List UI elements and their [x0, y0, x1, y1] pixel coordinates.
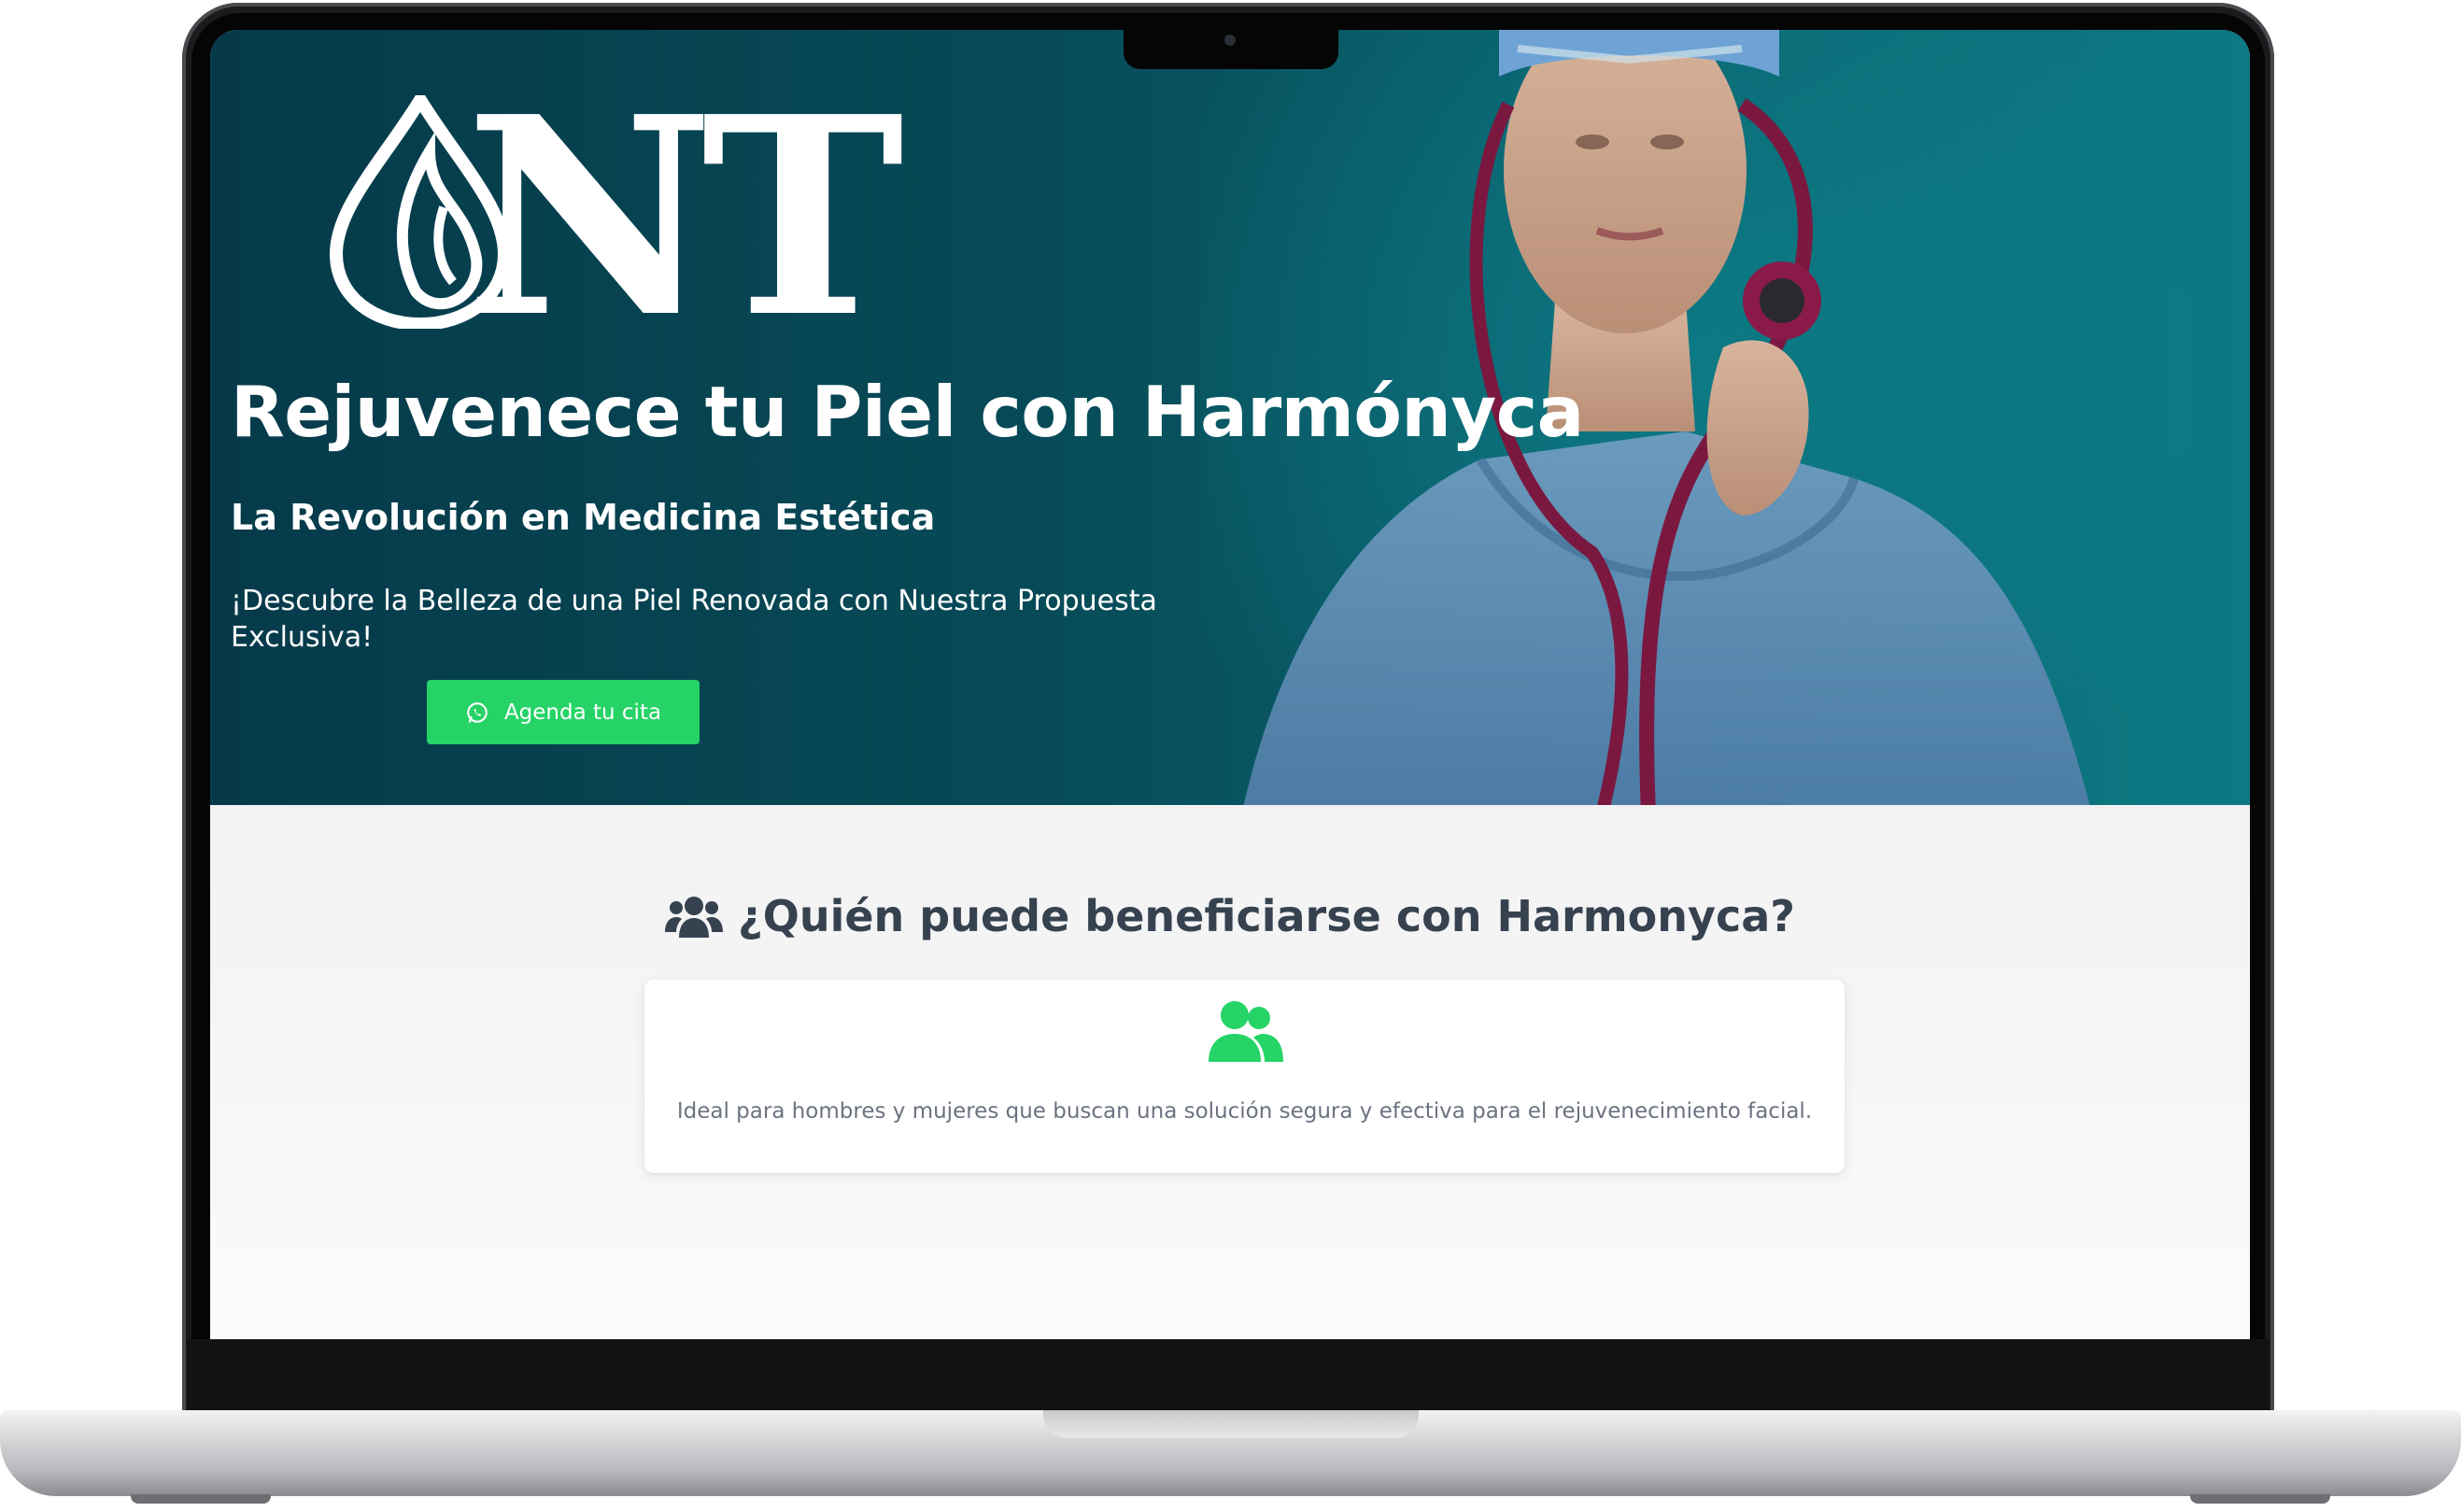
laptop-foot-right: [2190, 1494, 2330, 1504]
laptop-bottom-bezel: [187, 1339, 2270, 1414]
brand-logo: NT: [327, 81, 981, 354]
benefits-heading: ¿Quién puede beneficiarse con Harmonyca?: [210, 891, 2250, 941]
whatsapp-icon: [467, 701, 488, 723]
book-appointment-button[interactable]: Agenda tu cita: [427, 680, 700, 744]
hero-subtitle: La Revolución en Medicina Estética: [231, 497, 936, 538]
users-icon: [665, 897, 724, 938]
benefits-section: ¿Quién puede beneficiarse con Harmonyca?…: [210, 805, 2250, 1339]
benefit-card-text: Ideal para hombres y mujeres que buscan …: [676, 1099, 1813, 1123]
hero-description: ¡Descubre la Belleza de una Piel Renovad…: [231, 585, 1157, 654]
user-group-icon: [1209, 1001, 1283, 1062]
hero-title: Rejuvenece tu Piel con Harmónyca: [231, 371, 1584, 453]
logo-letters: NT: [465, 57, 904, 377]
book-appointment-label: Agenda tu cita: [503, 699, 662, 725]
laptop-foot-left: [131, 1494, 271, 1504]
benefits-title: ¿Quién puede beneficiarse con Harmonyca?: [738, 891, 1795, 941]
benefit-card: Ideal para hombres y mujeres que buscan …: [644, 980, 1845, 1173]
camera-notch: [1124, 26, 1338, 69]
hero-section: NT Rejuvenece tu Piel con Harmónyca La R…: [210, 30, 2250, 805]
laptop-opening-notch: [1043, 1410, 1419, 1438]
camera-icon: [1224, 35, 1236, 46]
laptop-screen: NT Rejuvenece tu Piel con Harmónyca La R…: [210, 30, 2250, 1339]
